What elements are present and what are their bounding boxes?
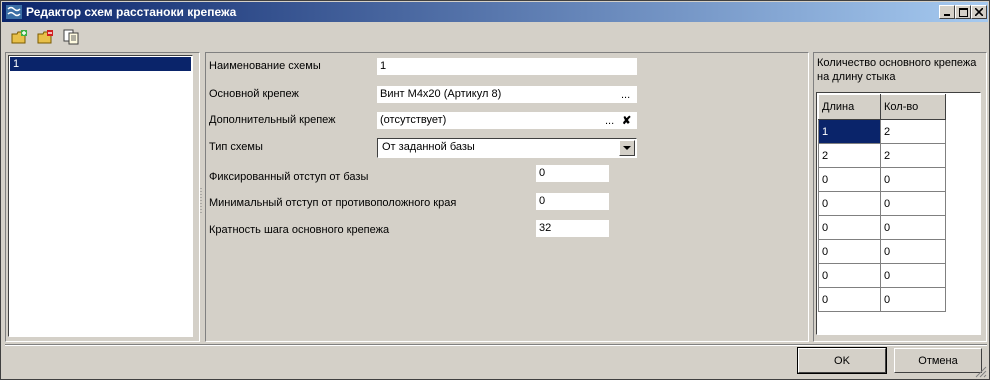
add-scheme-icon	[11, 30, 27, 44]
extra-fastener-clear-icon[interactable]: ✘	[622, 113, 631, 130]
extra-fastener-value: (отсутствует)	[380, 114, 447, 126]
fastener-count-caption-line1: Количество основного крепежа	[817, 57, 977, 69]
table-cell[interactable]: 0	[880, 167, 946, 192]
min-offset-label: Минимальный отступ от противоположного к…	[209, 197, 457, 209]
list-item[interactable]: 1	[10, 57, 191, 71]
ok-button[interactable]: OK	[797, 347, 887, 374]
fastener-count-caption-line2: на длину стыка	[817, 71, 896, 83]
main-fastener-label: Основной крепеж	[209, 88, 299, 100]
scheme-type-label: Тип схемы	[209, 141, 263, 153]
table-cell[interactable]: 0	[880, 191, 946, 216]
delete-scheme-icon	[37, 30, 53, 44]
close-icon	[975, 8, 983, 16]
delete-scheme-button[interactable]	[35, 27, 57, 47]
table-row: 0 0	[818, 287, 946, 312]
dropdown-arrow-button[interactable]	[619, 140, 635, 156]
scheme-name-label: Наименование схемы	[209, 60, 321, 72]
extra-fastener-field[interactable]: (отсутствует)	[377, 112, 637, 129]
column-header-length[interactable]: Длина	[818, 94, 881, 120]
main-fastener-browse-button[interactable]: ...	[621, 87, 630, 104]
table-cell[interactable]: 1	[818, 119, 881, 144]
maximize-button[interactable]	[955, 5, 971, 19]
table-row: 0 0	[818, 215, 946, 240]
scheme-type-value: От заданной базы	[382, 141, 475, 153]
title-bar[interactable]: Редактор схем расстаноки крепежа	[2, 2, 988, 22]
close-button[interactable]	[971, 5, 987, 19]
scheme-name-input[interactable]: 1	[377, 58, 637, 75]
table-row: 1 2	[818, 119, 946, 144]
column-header-count[interactable]: Кол-во	[880, 94, 946, 120]
step-multiple-input[interactable]: 32	[536, 220, 609, 237]
table-cell[interactable]: 2	[818, 143, 881, 168]
maximize-icon	[958, 7, 968, 17]
copy-scheme-button[interactable]	[61, 27, 83, 47]
window-title: Редактор схем расстаноки крепежа	[26, 5, 237, 19]
fastener-count-grid[interactable]: Длина Кол-во 1 2 2 2 0 0 0 0 0 0 0 0 0 0…	[816, 92, 981, 335]
table-row: 0 0	[818, 263, 946, 288]
chevron-down-icon	[623, 145, 631, 150]
table-row: 2 2	[818, 143, 946, 168]
app-icon	[6, 5, 22, 19]
table-row: 0 0	[818, 239, 946, 264]
resize-grip-icon[interactable]	[975, 366, 987, 378]
cancel-button[interactable]: Отмена	[894, 348, 982, 373]
table-header-row: Длина Кол-во	[818, 94, 946, 120]
editor-window: Редактор схем расстаноки крепежа 1 Наиме…	[0, 0, 990, 380]
fixed-offset-input[interactable]: 0	[536, 165, 609, 182]
copy-scheme-icon	[63, 29, 79, 45]
step-multiple-label: Кратность шага основного крепежа	[209, 224, 390, 236]
table-cell[interactable]: 0	[818, 167, 881, 192]
table-cell[interactable]: 0	[880, 239, 946, 264]
schemes-list[interactable]: 1	[8, 55, 193, 337]
main-fastener-value: Винт M4x20 (Артикул 8)	[380, 88, 502, 100]
table-cell[interactable]: 0	[880, 263, 946, 288]
table-cell[interactable]: 0	[818, 215, 881, 240]
extra-fastener-browse-button[interactable]: ...	[605, 113, 614, 130]
fastener-count-table: Длина Кол-во 1 2 2 2 0 0 0 0 0 0 0 0 0 0…	[818, 94, 946, 312]
table-row: 0 0	[818, 191, 946, 216]
table-cell[interactable]: 0	[818, 191, 881, 216]
table-cell[interactable]: 0	[818, 263, 881, 288]
splitter-grip-icon[interactable]	[200, 186, 204, 216]
scheme-type-select[interactable]: От заданной базы	[377, 138, 637, 158]
table-cell[interactable]: 0	[880, 215, 946, 240]
minimize-icon	[944, 14, 950, 16]
bottom-separator	[5, 344, 987, 346]
minimize-button[interactable]	[939, 5, 955, 19]
table-row: 0 0	[818, 167, 946, 192]
main-fastener-field[interactable]: Винт M4x20 (Артикул 8)	[377, 86, 637, 103]
min-offset-input[interactable]: 0	[536, 193, 609, 210]
table-cell[interactable]: 0	[880, 287, 946, 312]
table-cell[interactable]: 0	[818, 287, 881, 312]
fixed-offset-label: Фиксированный отступ от базы	[209, 171, 369, 183]
table-cell[interactable]: 2	[880, 119, 946, 144]
table-cell[interactable]: 2	[880, 143, 946, 168]
extra-fastener-label: Дополнительный крепеж	[209, 114, 336, 126]
add-scheme-button[interactable]	[9, 27, 31, 47]
table-cell[interactable]: 0	[818, 239, 881, 264]
